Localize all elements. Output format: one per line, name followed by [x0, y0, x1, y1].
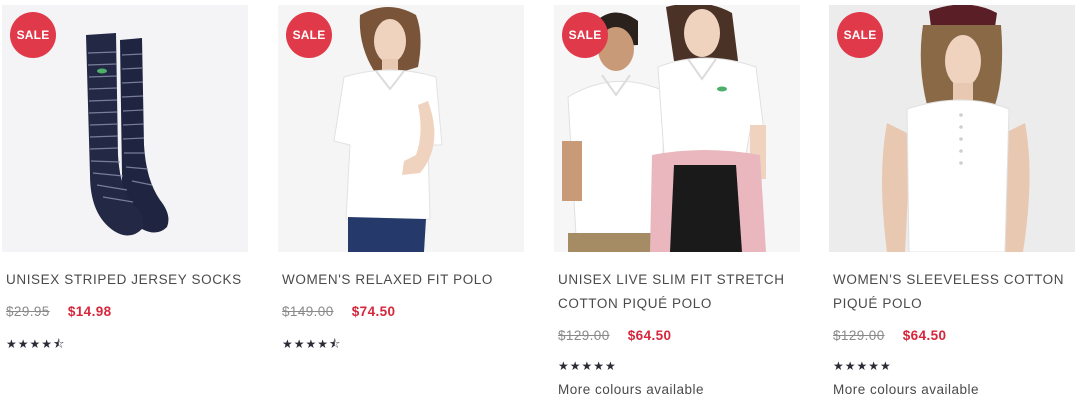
- original-price: $129.00: [833, 328, 885, 343]
- sale-badge: SALE: [562, 12, 608, 58]
- product-card[interactable]: SALE WOMEN'S SLEEVELESS COTTON PIQUÉ POL…: [829, 0, 1077, 414]
- sale-price: $74.50: [351, 304, 396, 319]
- price-row: $29.95 $14.98: [6, 304, 112, 319]
- price-row: $129.00 $64.50: [833, 328, 946, 343]
- sale-price: $64.50: [627, 328, 672, 343]
- product-name-line: WOMEN'S SLEEVELESS COTTON: [833, 272, 1065, 287]
- product-name[interactable]: UNISEX STRIPED JERSEY SOCKS: [6, 268, 246, 292]
- sale-price: $14.98: [67, 304, 112, 319]
- sale-price: $64.50: [902, 328, 947, 343]
- product-name-line: PIQUÉ POLO: [833, 296, 923, 311]
- product-card[interactable]: SALE UNISEX LIVE SLIM FIT STRETCH COTTON…: [554, 0, 802, 414]
- sale-badge: SALE: [837, 12, 883, 58]
- product-card[interactable]: SALE WOMEN'S RELAXED FIT POLO $149.00 $7…: [278, 0, 526, 414]
- star-rating: ★★★★⯪: [6, 337, 66, 351]
- original-price: $129.00: [558, 328, 610, 343]
- sale-badge: SALE: [286, 12, 332, 58]
- product-grid: SALE UNISEX STRIPED JERSEY SOCKS $29.95 …: [0, 0, 1080, 414]
- more-colours-link[interactable]: More colours available: [558, 382, 704, 397]
- sale-badge: SALE: [10, 12, 56, 58]
- product-name-line: COTTON PIQUÉ POLO: [558, 296, 712, 311]
- original-price: $149.00: [282, 304, 334, 319]
- price-row: $149.00 $74.50: [282, 304, 395, 319]
- original-price: $29.95: [6, 304, 50, 319]
- star-rating: ★★★★★: [558, 359, 617, 373]
- star-rating: ★★★★★: [833, 359, 892, 373]
- product-name[interactable]: WOMEN'S RELAXED FIT POLO: [282, 268, 522, 292]
- star-rating: ★★★★⯪: [282, 337, 342, 351]
- product-name[interactable]: WOMEN'S SLEEVELESS COTTON PIQUÉ POLO: [833, 268, 1073, 316]
- more-colours-link[interactable]: More colours available: [833, 382, 979, 397]
- product-name[interactable]: UNISEX LIVE SLIM FIT STRETCH COTTON PIQU…: [558, 268, 798, 316]
- product-name-line: WOMEN'S RELAXED FIT POLO: [282, 272, 494, 287]
- price-row: $129.00 $64.50: [558, 328, 671, 343]
- product-name-line: UNISEX LIVE SLIM FIT STRETCH: [558, 272, 785, 287]
- product-name-line: UNISEX STRIPED JERSEY SOCKS: [6, 272, 242, 287]
- product-card[interactable]: SALE UNISEX STRIPED JERSEY SOCKS $29.95 …: [2, 0, 250, 414]
